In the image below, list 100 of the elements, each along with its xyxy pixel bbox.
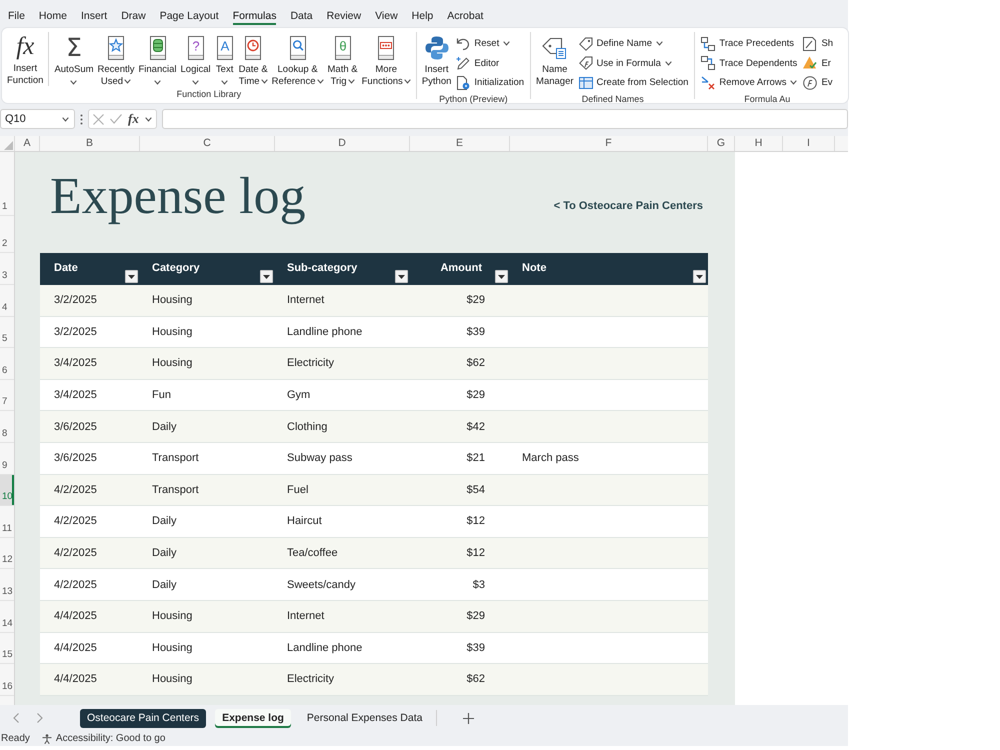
row-number[interactable]: 4 bbox=[0, 285, 14, 317]
filter-button[interactable] bbox=[395, 270, 408, 283]
column-letter[interactable]: D bbox=[275, 136, 410, 151]
filter-button[interactable] bbox=[495, 270, 508, 283]
table-cell-text: $62 bbox=[466, 672, 486, 688]
ribbon-button[interactable]: Name Manager bbox=[534, 32, 576, 88]
ribbon-button[interactable]: Ev bbox=[800, 73, 836, 92]
row-number[interactable]: 5 bbox=[0, 316, 14, 348]
row-number[interactable]: 12 bbox=[0, 538, 14, 570]
column-letter[interactable]: F bbox=[510, 136, 708, 151]
table-cell-text: Daily bbox=[151, 420, 178, 435]
menu-tab[interactable]: Data bbox=[290, 8, 313, 24]
row-number[interactable]: 13 bbox=[0, 569, 14, 601]
row-number[interactable]: 7 bbox=[0, 380, 14, 412]
sheet-tab[interactable]: Osteocare Pain Centers bbox=[80, 708, 206, 728]
table-cell-text: Housing bbox=[151, 609, 194, 624]
row-number[interactable]: 14 bbox=[0, 600, 14, 633]
column-letter[interactable]: H bbox=[735, 136, 783, 151]
table-cell-text: Housing bbox=[151, 293, 194, 308]
row-number[interactable]: 2 bbox=[0, 216, 14, 253]
row-number[interactable]: 11 bbox=[0, 506, 14, 538]
table-cell-text: $21 bbox=[466, 451, 486, 466]
ribbon-button[interactable]: Reset bbox=[453, 34, 528, 54]
menu-tab[interactable]: Help bbox=[412, 8, 434, 24]
accessibility-icon[interactable] bbox=[42, 734, 52, 744]
ribbon-button[interactable]: Date & Time bbox=[236, 32, 270, 88]
ribbon-button[interactable]: ? Logical bbox=[178, 32, 213, 88]
name-box[interactable]: Q10 bbox=[0, 109, 75, 129]
column-letter[interactable]: E bbox=[410, 136, 510, 151]
filter-button[interactable] bbox=[125, 270, 138, 283]
table-cell-text: Housing bbox=[151, 640, 194, 656]
menu-tab[interactable]: Formulas bbox=[232, 8, 276, 24]
menu-tab[interactable]: Insert bbox=[80, 8, 108, 24]
table-cell-text: $12 bbox=[466, 546, 486, 562]
sheet-tab[interactable]: Personal Expenses Data bbox=[300, 708, 430, 728]
column-letter[interactable]: G bbox=[708, 136, 735, 151]
column-letter[interactable]: B bbox=[40, 136, 140, 151]
row-number[interactable]: 16 bbox=[0, 664, 14, 696]
row-number[interactable]: 15 bbox=[0, 632, 14, 664]
function-icon[interactable]: fx bbox=[128, 112, 139, 126]
ribbon-button[interactable]: Trace Precedents bbox=[698, 34, 800, 54]
menu-tab[interactable]: Acrobat bbox=[447, 8, 484, 24]
linked-boxes-icon bbox=[701, 36, 716, 51]
table-cell-text: Transport bbox=[151, 451, 200, 466]
sheet-link[interactable]: < To Osteocare Pain Centers bbox=[554, 199, 703, 213]
ribbon-button[interactable]: Financial bbox=[136, 32, 179, 88]
menu-tab[interactable]: File bbox=[8, 8, 25, 24]
table-cell-text: Transport bbox=[151, 482, 200, 498]
column-header: Sub-category bbox=[287, 262, 358, 275]
row-number[interactable]: 6 bbox=[0, 348, 14, 380]
ribbon-button[interactable]: θ Math & Trig bbox=[326, 32, 360, 88]
ribbon-button[interactable]: Remove Arrows bbox=[698, 73, 800, 92]
ribbon-button[interactable]: Editor bbox=[453, 54, 528, 73]
ribbon-button[interactable]: Create from Selection bbox=[576, 73, 692, 92]
table-cell-text: $39 bbox=[466, 640, 486, 656]
plus-icon[interactable] bbox=[462, 712, 474, 724]
ribbon-button[interactable]: Lookup & Reference bbox=[270, 32, 326, 88]
table-cell-text: $12 bbox=[466, 514, 486, 530]
column-letter[interactable]: I bbox=[783, 136, 835, 151]
sheet-tab[interactable]: Expense log bbox=[215, 708, 291, 728]
ribbon-button[interactable]: More Functions bbox=[360, 32, 413, 88]
filter-button[interactable] bbox=[693, 270, 706, 283]
ribbon-button[interactable]: Σ AutoSum bbox=[52, 32, 96, 88]
ribbon-button[interactable]: Insert Python bbox=[420, 32, 454, 88]
table-cell-text: $29 bbox=[466, 293, 486, 308]
ribbon-button[interactable]: Trace Dependents bbox=[698, 54, 800, 73]
menu-tab[interactable]: Review bbox=[326, 8, 362, 24]
column-letter[interactable]: C bbox=[140, 136, 275, 151]
ribbon-button[interactable]: fx Insert Function bbox=[5, 32, 50, 86]
ribbon-button[interactable]: Er bbox=[800, 54, 836, 73]
table-cell-text: Subway pass bbox=[286, 451, 354, 466]
row-number[interactable]: 10 bbox=[0, 474, 14, 506]
row-number[interactable]: 8 bbox=[0, 411, 14, 443]
check-icon[interactable] bbox=[110, 114, 122, 124]
table-cell-text: 3/4/2025 bbox=[53, 388, 98, 404]
filter-button[interactable] bbox=[260, 270, 273, 283]
menu-tab[interactable]: Page Layout bbox=[160, 8, 219, 24]
row-number[interactable]: 1 bbox=[0, 152, 14, 216]
table-icon bbox=[578, 76, 593, 90]
table-cell-text: Landline phone bbox=[286, 324, 364, 340]
table-cell-text: Tea/coffee bbox=[286, 546, 339, 562]
ribbon-button[interactable]: Sh bbox=[800, 34, 836, 54]
menu-tab[interactable]: Home bbox=[38, 8, 67, 24]
menu-tab[interactable]: View bbox=[375, 8, 398, 24]
formula-input[interactable] bbox=[162, 109, 848, 129]
ribbon-button[interactable]: Recently Used bbox=[96, 32, 136, 88]
table-cell-text: 4/2/2025 bbox=[53, 482, 98, 498]
table-cell-text: 4/2/2025 bbox=[53, 546, 98, 562]
column-letter[interactable]: A bbox=[15, 136, 40, 151]
menu-tab[interactable]: Draw bbox=[121, 8, 146, 24]
row-number[interactable]: 3 bbox=[0, 253, 14, 285]
ribbon-button[interactable]: Initialization bbox=[453, 73, 528, 92]
ribbon-button[interactable]: Use in Formula bbox=[576, 54, 692, 73]
ribbon-button[interactable]: A Text bbox=[212, 32, 237, 88]
table-cell-text: Clothing bbox=[286, 420, 328, 435]
book-dots-icon bbox=[376, 36, 396, 60]
book-cylinder-icon bbox=[148, 36, 168, 60]
document-badge-icon bbox=[456, 76, 470, 90]
table-cell-text: 3/2/2025 bbox=[53, 324, 98, 340]
ribbon-button[interactable]: Define Name bbox=[576, 34, 692, 54]
